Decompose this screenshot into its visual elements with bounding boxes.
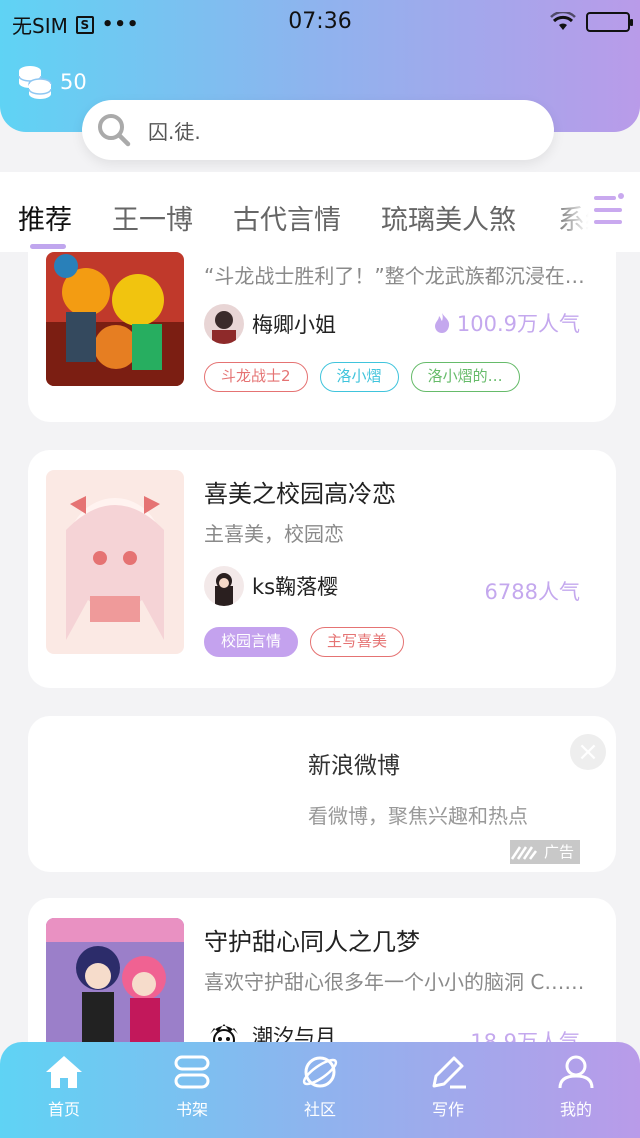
book-author[interactable]: ks鞠落樱 — [204, 566, 338, 606]
category-menu-icon[interactable] — [588, 190, 628, 230]
nav-bookshelf[interactable]: 书架 — [152, 1054, 232, 1120]
search-bar[interactable]: 囚.徒. — [82, 100, 554, 160]
bottom-navigation: 首页 书架 社区 写作 我的 — [0, 1042, 640, 1138]
nav-home-label: 首页 — [47, 1100, 80, 1119]
coin-balance[interactable]: 50 — [16, 64, 87, 100]
bookshelf-icon — [174, 1055, 210, 1089]
nav-community[interactable]: 社区 — [280, 1054, 360, 1120]
author-name: ks鞠落樱 — [252, 575, 339, 599]
tag[interactable]: 斗龙战士2 — [204, 362, 308, 392]
ad-desc: 看微博，聚焦兴趣和热点 — [308, 804, 528, 828]
search-icon — [98, 114, 131, 147]
wifi-icon — [550, 12, 576, 30]
avatar — [204, 1016, 244, 1042]
book-author[interactable]: 潮汐与月 — [204, 1016, 336, 1042]
tag[interactable]: 主写喜美 — [310, 627, 405, 657]
popularity-count: 100.9万人气 — [456, 312, 580, 336]
popularity-count: 6788人气 — [484, 580, 580, 604]
book-desc: 喜欢守护甜心很多年一个小小的脑洞 C…… — [204, 970, 585, 994]
book-cover — [46, 252, 184, 386]
close-icon[interactable]: × — [570, 734, 606, 770]
popularity: 6788人气 — [485, 576, 580, 606]
avatar — [204, 304, 244, 344]
ad-title: 新浪微博 — [308, 753, 400, 779]
tag[interactable]: 洛小熠 — [319, 362, 399, 392]
tab-liuli[interactable]: 琉璃美人煞 — [381, 198, 516, 237]
search-placeholder: 囚.徒. — [148, 119, 201, 144]
nav-community-label: 社区 — [303, 1100, 336, 1119]
book-cover — [46, 470, 184, 654]
popularity: 100.9万人气 — [433, 308, 580, 338]
book-desc: “斗龙战士胜利了！”整个龙武族都沉浸在一片欢乐之中 — [204, 264, 594, 288]
book-card[interactable]: 喜美之校园高冷恋 主喜美，校园恋 ks鞠落樱 6788人气 校园言情 主写喜美 — [28, 450, 616, 688]
nav-bookshelf-label: 书架 — [175, 1100, 208, 1119]
status-bar: 无SIM S ••• 07:36 — [0, 0, 640, 44]
nav-profile-label: 我的 — [559, 1100, 592, 1119]
nav-home[interactable]: 首页 — [24, 1054, 104, 1120]
tab-ancient-romance[interactable]: 古代言情 — [233, 198, 341, 237]
tag[interactable]: 洛小熠的… — [410, 362, 520, 392]
tag-list: 斗龙战士2 洛小熠 洛小熠的… — [204, 362, 520, 392]
nav-profile[interactable]: 我的 — [536, 1054, 616, 1120]
category-tabs: 推荐 王一博 古代言情 琉璃美人煞 系统 — [0, 172, 640, 252]
battery-icon — [586, 12, 633, 32]
ad-badge-label: 广告 — [543, 843, 574, 861]
avatar — [204, 566, 244, 606]
user-icon — [558, 1055, 594, 1089]
ad-badge: 广告 — [509, 840, 580, 864]
book-card[interactable]: “斗龙战士胜利了！”整个龙武族都沉浸在一片欢乐之中 梅卿小姐 100.9万人气 … — [28, 252, 616, 422]
tab-wang-yibo[interactable]: 王一博 — [112, 198, 193, 237]
nav-write-label: 写作 — [431, 1100, 464, 1119]
pen-icon — [432, 1056, 466, 1089]
ad-card[interactable]: 新浪微博 看微博，聚焦兴趣和热点 × 广告 — [28, 716, 616, 872]
popularity-count: 18.9万人气 — [470, 1030, 580, 1042]
tab-recommend[interactable]: 推荐 — [18, 198, 72, 237]
fire-icon — [434, 313, 450, 333]
book-feed[interactable]: “斗龙战士胜利了！”整个龙武族都沉浸在一片欢乐之中 梅卿小姐 100.9万人气 … — [0, 252, 640, 1042]
book-author[interactable]: 梅卿小姐 — [204, 304, 336, 344]
planet-icon — [302, 1056, 338, 1088]
nav-write[interactable]: 写作 — [408, 1054, 488, 1120]
ad-logo-icon — [510, 846, 537, 860]
active-tab-indicator — [30, 244, 66, 249]
book-cover — [46, 918, 184, 1042]
status-time: 07:36 — [288, 9, 352, 34]
home-icon — [46, 1056, 82, 1088]
book-title: 守护甜心同人之几梦 — [204, 928, 420, 956]
coins-icon — [18, 66, 52, 99]
book-desc: 主喜美，校园恋 — [204, 522, 344, 546]
author-name: 梅卿小姐 — [252, 313, 336, 337]
popularity: 18.9万人气 — [470, 1026, 580, 1042]
coin-count: 50 — [60, 70, 87, 94]
book-title: 喜美之校园高冷恋 — [204, 480, 396, 508]
book-card[interactable]: 守护甜心同人之几梦 喜欢守护甜心很多年一个小小的脑洞 C…… 潮汐与月 18.9… — [28, 898, 616, 1042]
tag-list: 校园言情 主写喜美 — [204, 627, 405, 657]
author-name: 潮汐与月 — [252, 1025, 336, 1042]
tag[interactable]: 校园言情 — [204, 627, 299, 657]
